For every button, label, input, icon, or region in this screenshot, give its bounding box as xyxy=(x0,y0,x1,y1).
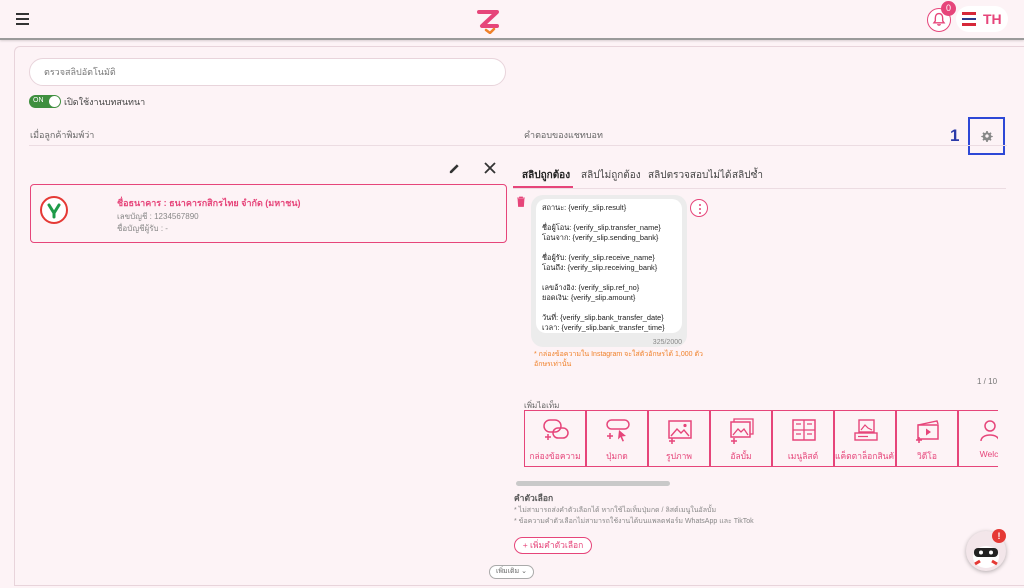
add-image-button[interactable]: รูปภาพ xyxy=(648,410,710,467)
add-album-button[interactable]: อัลบั้ม xyxy=(710,410,772,467)
notification-count-badge: 0 xyxy=(941,1,956,16)
options-note: * ข้อความคำตัวเลือกไม่สามารถใช้งานได้บนแ… xyxy=(514,518,754,525)
tab-invalid-slip[interactable]: สลิปไม่ถูกต้อง xyxy=(581,168,641,183)
add-button-item-button[interactable]: ปุ่มกด xyxy=(586,410,648,467)
message-page-count: 1 / 10 xyxy=(977,377,998,386)
section-divider xyxy=(29,145,1007,146)
chat-alert-badge: ! xyxy=(992,529,1006,543)
add-video-button[interactable]: วิดีโอ xyxy=(896,410,958,467)
message-line: เลขอ้างอิง: {verify_slip.ref_no} xyxy=(542,283,640,292)
item-label: ปุ่มกด xyxy=(606,451,628,461)
message-line: ชื่อผู้รับ: {verify_slip.receive_name} xyxy=(542,253,655,262)
message-line: ชื่อผู้โอน: {verify_slip.transfer_name} xyxy=(542,223,661,232)
options-title: คำตัวเลือก xyxy=(514,493,554,503)
message-line: โอนถึง: {verify_slip.receiving_bank} xyxy=(542,263,658,272)
gear-icon xyxy=(981,131,993,142)
add-menu-list-button[interactable]: เมนูลิสต์ xyxy=(772,410,834,467)
item-label: วิดีโอ xyxy=(917,451,937,461)
brand-logo xyxy=(477,10,499,34)
character-count: 325/2000 xyxy=(652,339,682,346)
image-icon xyxy=(668,420,692,444)
message-bubble[interactable]: สถานะ: {verify_slip.result} ชื่อผู้โอน: … xyxy=(531,195,687,347)
message-box-icon xyxy=(543,419,569,440)
plus-icon: + xyxy=(522,540,528,550)
bank-name: ชื่อธนาคาร : ธนาคารกสิกรไทย จำกัด (มหาชน… xyxy=(117,198,301,208)
language-label: TH xyxy=(983,11,1002,27)
enable-conversation-toggle[interactable]: ON xyxy=(29,95,61,108)
add-item-toolbar: กล่องข้อความ ปุ่มกด รูปภาพ อัลบั้ม เมนูล… xyxy=(524,410,998,467)
show-more-label: เพิ่มเติม xyxy=(495,568,520,575)
tab-unverifiable-slip[interactable]: สลิปตรวจสอบไม่ได้ xyxy=(648,168,732,183)
add-option-button[interactable]: + เพิ่มคำตัวเลือก xyxy=(514,537,592,554)
tab-valid-slip[interactable]: สลิปถูกต้อง xyxy=(522,168,570,183)
chevron-down-icon: ⌄ xyxy=(521,568,527,575)
item-label: Welc xyxy=(979,449,998,459)
settings-button[interactable] xyxy=(968,117,1005,155)
add-welcome-button[interactable]: Welc xyxy=(958,410,998,467)
more-options-icon[interactable] xyxy=(690,199,708,217)
video-icon xyxy=(916,420,939,443)
message-line: วันที่: {verify_slip.bank_transfer_date} xyxy=(542,313,664,322)
item-label: อัลบั้ม xyxy=(730,451,752,461)
message-text[interactable]: สถานะ: {verify_slip.result} ชื่อผู้โอน: … xyxy=(536,199,682,333)
button-icon xyxy=(606,419,630,442)
instagram-limit-note: * กล่องข้อความใน Instagram จะใส่ตัวอักษร… xyxy=(534,351,703,368)
toggle-knob xyxy=(49,96,60,107)
tab-duplicate-slip[interactable]: สลิปซ้ำ xyxy=(732,168,763,183)
toggle-label: เปิดใช้งานบทสนทนา xyxy=(64,97,146,107)
chatbot-reply-label: คำตอบของแชทบอท xyxy=(524,130,603,140)
add-catalog-button[interactable]: แค็ตตาล็อกสินค้า xyxy=(834,410,899,467)
show-more-button[interactable]: เพิ่มเติม ⌄ xyxy=(489,565,534,579)
annotation-number: 1 xyxy=(950,126,960,145)
thai-flag-icon xyxy=(962,12,976,26)
horizontal-scrollbar[interactable] xyxy=(516,481,670,486)
item-label: กล่องข้อความ xyxy=(529,451,581,461)
hamburger-menu-icon[interactable] xyxy=(16,13,29,25)
item-label: รูปภาพ xyxy=(666,451,692,461)
menu-list-icon xyxy=(792,419,816,441)
add-message-box-button[interactable]: กล่องข้อความ xyxy=(524,410,586,467)
catalog-icon xyxy=(854,419,878,441)
conversation-title-input[interactable]: ตรวจสลิปอัตโนมัติ xyxy=(29,58,506,86)
message-line: สถานะ: {verify_slip.result} xyxy=(542,203,627,212)
message-line: ยอดเงิน: {verify_slip.amount} xyxy=(542,293,636,302)
item-label: เมนูลิสต์ xyxy=(787,451,819,461)
top-bar: 0 TH xyxy=(0,0,1024,40)
add-option-label: เพิ่มคำตัวเลือก xyxy=(530,540,584,550)
message-line: โอนจาก: {verify_slip.sending_bank} xyxy=(542,233,659,242)
message-line: เวลา: {verify_slip.bank_transfer_time} xyxy=(542,323,665,332)
trash-icon[interactable] xyxy=(516,196,526,207)
options-note: * ไม่สามารถส่งคำตัวเลือกได้ หากใช้ไอเท็ม… xyxy=(514,507,717,514)
tabs-divider xyxy=(513,188,1006,189)
welcome-icon xyxy=(980,420,998,442)
customer-keyword-label: เมื่อลูกค้าพิมพ์ว่า xyxy=(30,130,95,140)
edit-pencil-icon[interactable] xyxy=(448,162,461,175)
toggle-state-label: ON xyxy=(33,97,44,104)
album-icon xyxy=(730,418,754,444)
language-switcher[interactable]: TH xyxy=(956,6,1008,32)
bank-account-name: ชื่อบัญชีผู้รับ : - xyxy=(117,224,168,233)
bank-account-card[interactable]: ชื่อธนาคาร : ธนาคารกสิกรไทย จำกัด (มหาชน… xyxy=(30,184,507,243)
item-label: แค็ตตาล็อกสินค้า xyxy=(835,451,899,461)
close-icon[interactable] xyxy=(484,162,496,174)
kasikorn-bank-logo-icon xyxy=(40,196,68,224)
